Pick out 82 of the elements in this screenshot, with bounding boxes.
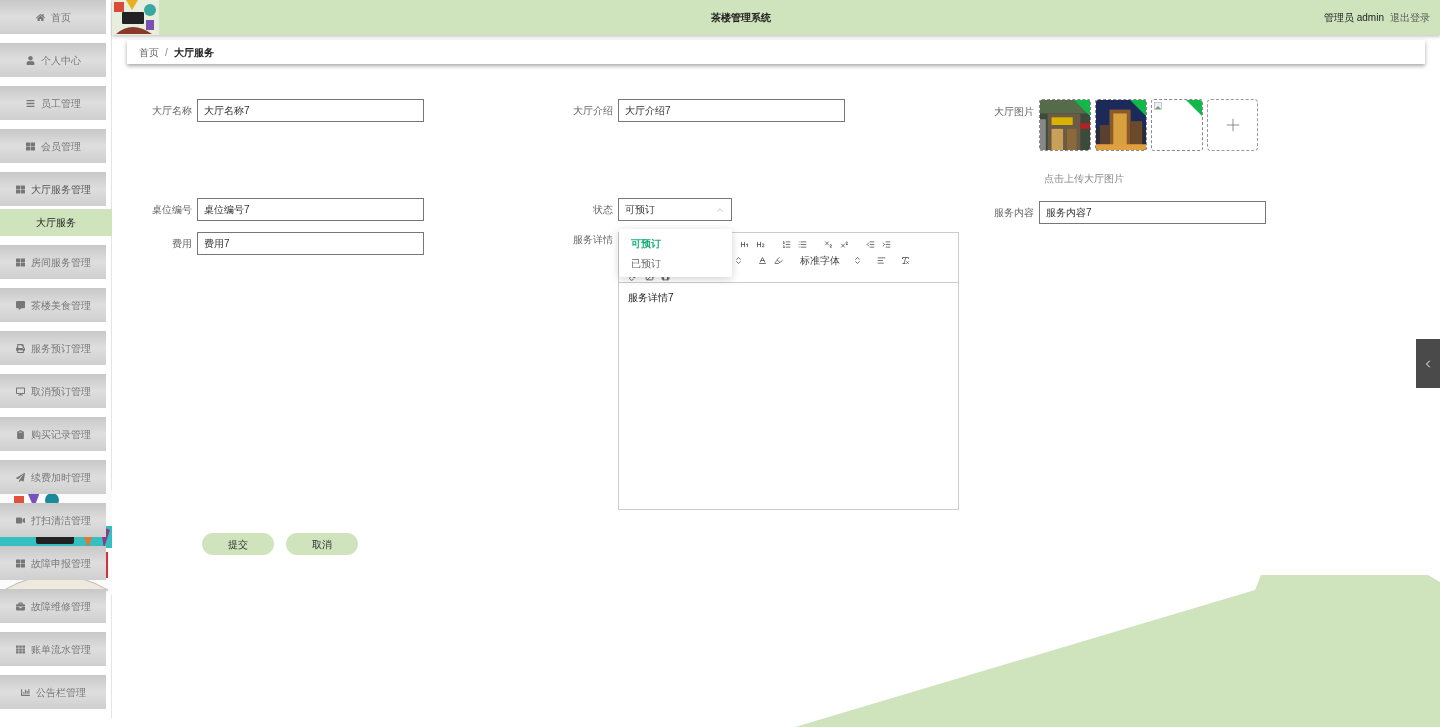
app-title: 茶楼管理系统 <box>711 11 772 25</box>
bullet-list-icon[interactable] <box>798 240 807 249</box>
side-panel-toggle[interactable] <box>1416 339 1440 388</box>
sidebar-item[interactable]: 取消预订管理 <box>0 374 106 408</box>
select-field[interactable]: 可预订 <box>618 198 732 221</box>
user-icon <box>25 55 35 65</box>
field-label: 桌位编号 <box>151 203 193 217</box>
breadcrumb-separator: / <box>165 45 168 60</box>
uploaded-image[interactable] <box>1039 99 1091 151</box>
success-corner-icon <box>1130 100 1146 116</box>
sidebar-item[interactable]: 账单流水管理 <box>0 632 106 666</box>
field-label: 大厅名称 <box>151 104 193 118</box>
sidebar-item[interactable]: 续费加时管理 <box>0 460 106 494</box>
grid-icon <box>15 558 25 568</box>
sidebar-item[interactable]: 员工管理 <box>0 86 106 120</box>
breadcrumb-link[interactable]: 首页 <box>139 44 159 60</box>
form-button[interactable]: 提交 <box>202 533 274 555</box>
field-label: 服务内容 <box>993 206 1035 220</box>
grid-icon <box>15 257 25 267</box>
briefcase-icon <box>15 601 25 611</box>
text-field[interactable]: 大厅名称7 <box>197 99 424 122</box>
sidebar-item[interactable]: 个人中心 <box>0 43 106 77</box>
home-icon <box>35 12 45 22</box>
outdent-icon[interactable] <box>866 240 875 249</box>
sidebar-item[interactable]: 首页 <box>0 0 106 34</box>
user-name: 管理员 admin <box>1323 11 1384 25</box>
text-field[interactable]: 费用7 <box>197 232 424 255</box>
editor-content: 服务详情7 <box>627 291 675 305</box>
field-label: 大厅图片 <box>993 105 1035 119</box>
sidebar-item[interactable]: 公告栏管理 <box>0 675 106 709</box>
breadcrumb-current: 大厅服务 <box>173 45 214 60</box>
grid-icon <box>15 184 25 194</box>
field-label: 大厅介绍 <box>572 104 614 118</box>
superscript-icon[interactable] <box>840 240 849 249</box>
ordered-list-icon[interactable] <box>782 240 791 249</box>
field-label: 费用 <box>171 237 193 251</box>
upload-button[interactable] <box>1207 99 1258 151</box>
dropdown-option[interactable]: 可预订 <box>619 233 732 253</box>
success-corner-icon <box>1186 100 1202 116</box>
sidebar-subitem[interactable]: 大厅服务 <box>0 209 112 236</box>
grid-icon <box>15 644 25 654</box>
field-label: 状态 <box>592 203 614 217</box>
sidebar-item[interactable]: 会员管理 <box>0 129 106 163</box>
font-select[interactable]: 标准字体 <box>800 253 840 268</box>
indent-icon[interactable] <box>882 240 891 249</box>
sidebar-item[interactable]: 茶楼美食管理 <box>0 288 106 322</box>
heading-2-icon[interactable] <box>756 240 765 249</box>
sidebar-item[interactable]: 购买记录管理 <box>0 417 106 451</box>
select-arrows-icon[interactable] <box>734 256 743 265</box>
clear-format-icon[interactable] <box>901 256 910 265</box>
sidebar-item[interactable]: 房间服务管理 <box>0 245 106 279</box>
broken-image-icon <box>1154 102 1162 110</box>
printer-icon <box>15 343 25 353</box>
video-icon <box>15 515 25 525</box>
grid-icon <box>25 141 35 151</box>
success-corner-icon <box>1074 100 1090 116</box>
clipboard-icon <box>15 429 25 439</box>
monitor-icon <box>15 386 25 396</box>
sidebar-item[interactable]: 大厅服务管理 <box>0 172 106 206</box>
highlight-icon[interactable] <box>774 256 783 265</box>
comment-icon <box>15 300 25 310</box>
field-label: 服务详情 <box>572 233 614 247</box>
upload-hint: 点击上传大厅图片 <box>1044 172 1125 186</box>
logout-link[interactable]: 退出登录 <box>1390 10 1430 25</box>
paper-plane-icon <box>15 472 25 482</box>
uploaded-image[interactable] <box>1095 99 1147 151</box>
subscript-icon[interactable] <box>824 240 833 249</box>
select-arrows-icon[interactable] <box>853 256 862 265</box>
sidebar-item[interactable]: 服务预订管理 <box>0 331 106 365</box>
sidebar-item[interactable]: 故障维修管理 <box>0 589 106 623</box>
heading-1-icon[interactable] <box>740 240 749 249</box>
sidebar-item[interactable]: 故障申报管理 <box>0 546 106 580</box>
form-button[interactable]: 取消 <box>286 533 358 555</box>
list-icon <box>25 98 35 108</box>
align-icon[interactable] <box>877 256 886 265</box>
text-field[interactable]: 桌位编号7 <box>197 198 424 221</box>
sidebar-item[interactable]: 打扫清洁管理 <box>0 503 106 537</box>
dropdown-option[interactable]: 已预订 <box>619 253 732 273</box>
text-color-icon[interactable] <box>758 256 767 265</box>
bar-chart-icon <box>20 687 30 697</box>
text-field[interactable]: 大厅介绍7 <box>618 99 845 122</box>
text-field[interactable]: 服务内容7 <box>1039 201 1266 224</box>
